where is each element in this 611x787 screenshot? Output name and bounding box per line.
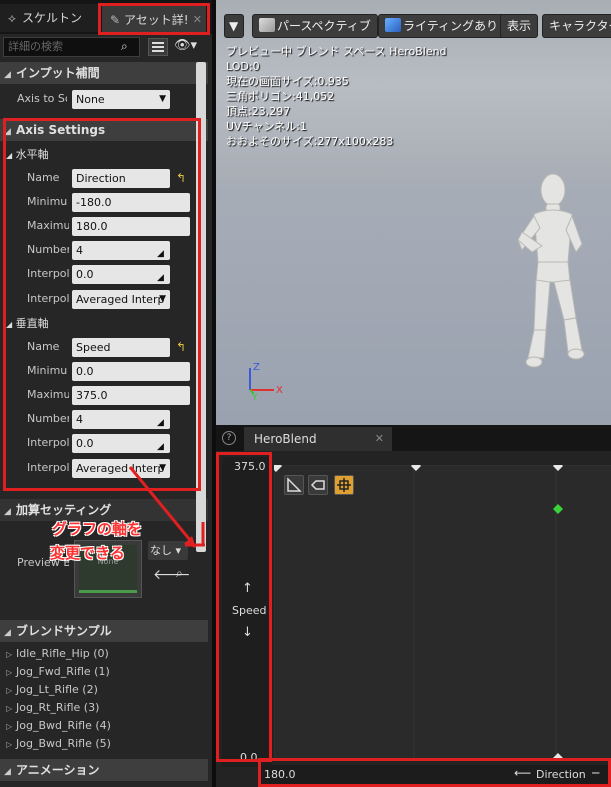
- annotation-line-1: グラフの軸を: [52, 520, 143, 538]
- annotation-arrows: [128, 466, 205, 548]
- annotation-line-2: 変更できる: [50, 544, 125, 562]
